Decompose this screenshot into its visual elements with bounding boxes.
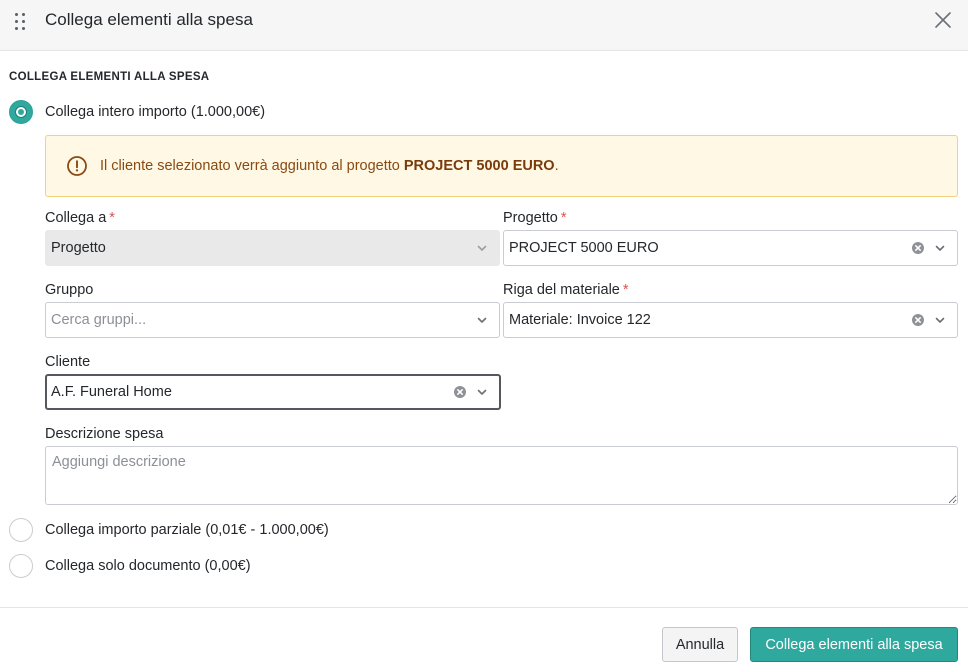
chevron-down-icon xyxy=(477,245,487,251)
gruppo-label: Gruppo xyxy=(45,282,94,298)
option-document-only[interactable]: Collega solo documento (0,00€) xyxy=(9,554,251,578)
option-partial-amount[interactable]: Collega importo parziale (0,01€ - 1.000,… xyxy=(9,518,329,542)
close-icon[interactable] xyxy=(932,9,954,31)
dialog-header: Collega elementi alla spesa xyxy=(0,0,968,51)
cancel-button[interactable]: Annulla xyxy=(662,627,738,662)
drag-handle-icon[interactable] xyxy=(13,10,27,32)
riga-materiale-select[interactable]: Materiale: Invoice 122 xyxy=(503,302,958,338)
alert-text-suffix: . xyxy=(554,158,559,174)
collega-a-label: Collega a * xyxy=(45,210,115,226)
cliente-select[interactable]: A.F. Funeral Home xyxy=(45,374,501,410)
progetto-value: PROJECT 5000 EURO xyxy=(509,240,659,256)
chevron-down-icon[interactable] xyxy=(475,385,489,399)
option-partial-amount-label: Collega importo parziale (0,01€ - 1.000,… xyxy=(45,522,329,538)
dialog-title: Collega elementi alla spesa xyxy=(45,10,253,29)
clear-circle-icon[interactable] xyxy=(911,313,925,327)
collega-a-select[interactable]: Progetto xyxy=(45,230,500,266)
alert-project-name: PROJECT 5000 EURO xyxy=(403,158,555,174)
cliente-label: Cliente xyxy=(45,354,91,370)
radio-partial-amount[interactable] xyxy=(9,518,33,542)
cliente-value: A.F. Funeral Home xyxy=(51,384,172,400)
descrizione-textarea[interactable] xyxy=(45,446,958,505)
collega-a-value: Progetto xyxy=(51,240,106,256)
required-mark: * xyxy=(622,282,629,298)
footer-divider xyxy=(0,607,968,608)
radio-document-only[interactable] xyxy=(9,554,33,578)
option-full-amount[interactable]: Collega intero importo (1.000,00€) xyxy=(9,100,265,124)
chevron-down-icon[interactable] xyxy=(475,313,489,327)
clear-circle-icon[interactable] xyxy=(911,241,925,255)
confirm-button[interactable]: Collega elementi alla spesa xyxy=(750,627,958,662)
option-document-only-label: Collega solo documento (0,00€) xyxy=(45,558,251,574)
progetto-label-text: Progetto xyxy=(503,210,558,226)
required-mark: * xyxy=(560,210,567,226)
required-mark: * xyxy=(109,210,115,226)
section-title: COLLEGA ELEMENTI ALLA SPESA xyxy=(9,71,210,83)
riga-materiale-value: Materiale: Invoice 122 xyxy=(509,312,651,328)
info-alert: Il cliente selezionato verrà aggiunto al… xyxy=(45,135,958,197)
gruppo-placeholder: Cerca gruppi... xyxy=(51,312,147,328)
chevron-down-icon[interactable] xyxy=(933,313,947,327)
option-full-amount-label: Collega intero importo (1.000,00€) xyxy=(45,104,266,120)
exclamation-circle-icon xyxy=(67,156,87,176)
alert-text: Il cliente selezionato verrà aggiunto al… xyxy=(100,158,559,174)
riga-materiale-label: Riga del materiale * xyxy=(503,282,629,298)
progetto-select[interactable]: PROJECT 5000 EURO xyxy=(503,230,958,266)
riga-materiale-label-text: Riga del materiale xyxy=(503,282,620,298)
chevron-down-icon[interactable] xyxy=(933,241,947,255)
alert-text-prefix: Il cliente selezionato verrà aggiunto al… xyxy=(100,158,404,174)
descrizione-label: Descrizione spesa xyxy=(45,426,164,442)
collega-a-label-text: Collega a xyxy=(45,210,107,226)
clear-circle-icon[interactable] xyxy=(453,385,467,399)
gruppo-select[interactable]: Cerca gruppi... xyxy=(45,302,500,338)
progetto-label: Progetto * xyxy=(503,210,566,226)
radio-full-amount[interactable] xyxy=(9,100,33,124)
